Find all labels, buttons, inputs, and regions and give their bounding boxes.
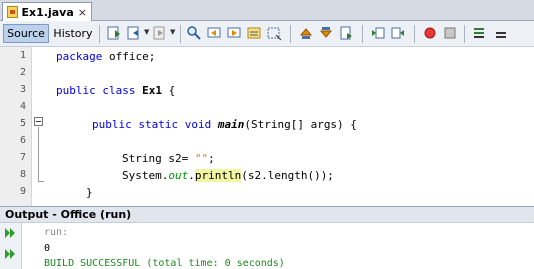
code-text: ; xyxy=(208,152,215,165)
method-name: main xyxy=(217,118,245,131)
line-number: 4 xyxy=(19,101,26,112)
start-macro-recording-icon[interactable] xyxy=(422,25,438,41)
stop-macro-recording-icon[interactable] xyxy=(442,25,458,41)
fold-collapse-icon[interactable] xyxy=(34,117,43,126)
java-file-icon xyxy=(7,6,18,18)
editor-tab-bar: Ex1.java × xyxy=(0,0,534,21)
line-number: 1 xyxy=(19,50,26,61)
output-panel-title: Output - Office (run) xyxy=(5,208,132,221)
toolbar-separator xyxy=(99,25,100,43)
code-line-1: package office; xyxy=(56,50,155,63)
line-number: 2 xyxy=(19,67,26,78)
shift-right-icon[interactable] xyxy=(390,25,406,41)
previous-bookmark-icon[interactable] xyxy=(298,25,314,41)
code-line-7: String s2= ""; xyxy=(122,152,215,165)
find-next-icon[interactable] xyxy=(226,25,242,41)
toggle-rectangular-selection-icon[interactable] xyxy=(266,25,282,41)
code-text: String s2= xyxy=(122,152,195,165)
source-view-button[interactable]: Source xyxy=(3,24,49,43)
editor-toolbar: Source History ▼ ▼ xyxy=(0,21,534,47)
build-status-line: BUILD SUCCESSFUL (total time: 0 seconds) xyxy=(44,258,285,269)
keyword: package xyxy=(56,50,103,63)
next-bookmark-icon[interactable] xyxy=(318,25,334,41)
closing-brace: } xyxy=(86,186,93,199)
code-text: (s2.length()); xyxy=(241,169,334,182)
code-line-3: public class Ex1 { xyxy=(56,84,175,97)
keyword: class xyxy=(95,84,136,97)
keyword: public static void xyxy=(92,118,212,131)
toolbar-separator xyxy=(414,25,415,43)
toolbar-separator xyxy=(290,25,291,43)
toolbar-separator xyxy=(180,25,181,43)
find-icon[interactable] xyxy=(186,25,202,41)
code-text: office; xyxy=(102,50,156,63)
line-number-gutter: 1 2 3 4 5 6 7 8 9 xyxy=(0,47,32,206)
back-dropdown-icon[interactable]: ▼ xyxy=(144,28,149,36)
output-line: run: xyxy=(44,227,69,238)
code-line-9: } xyxy=(86,186,93,199)
code-text: (String[] args) { xyxy=(244,118,357,131)
line-number: 5 xyxy=(19,118,26,129)
keyword: public xyxy=(56,84,96,97)
last-edit-icon[interactable] xyxy=(106,25,122,41)
static-field: out xyxy=(168,169,189,182)
line-number: 3 xyxy=(19,84,26,95)
shift-left-icon[interactable] xyxy=(370,25,386,41)
output-side-toolbar xyxy=(0,223,22,269)
rerun-icon[interactable] xyxy=(4,226,18,240)
uncomment-icon[interactable] xyxy=(492,25,508,41)
back-icon[interactable] xyxy=(126,25,142,41)
line-number: 6 xyxy=(19,135,26,146)
file-tab-title: Ex1.java xyxy=(21,5,74,19)
code-line-8: System.out.println(s2.length()); xyxy=(122,169,334,182)
output-line: 0 xyxy=(44,243,51,254)
close-tab-icon[interactable]: × xyxy=(78,6,87,19)
code-text: { xyxy=(162,84,176,97)
rerun-with-options-icon[interactable] xyxy=(4,247,18,261)
highlighted-method-call: println xyxy=(194,169,242,182)
file-tab-ex1[interactable]: Ex1.java × xyxy=(2,2,92,21)
history-view-button[interactable]: History xyxy=(52,24,94,43)
forward-icon[interactable] xyxy=(152,25,168,41)
fold-guide-line xyxy=(38,127,39,182)
class-name: Ex1 xyxy=(135,84,162,97)
string-literal: "" xyxy=(194,152,209,165)
toggle-highlight-icon[interactable] xyxy=(246,25,262,41)
code-text: System. xyxy=(122,169,169,182)
forward-dropdown-icon[interactable]: ▼ xyxy=(170,28,175,36)
code-text: . xyxy=(188,169,195,182)
line-number: 9 xyxy=(19,186,26,197)
output-panel-header[interactable]: Output - Office (run) xyxy=(0,206,534,223)
toolbar-separator xyxy=(362,25,363,43)
find-previous-icon[interactable] xyxy=(206,25,222,41)
line-number: 7 xyxy=(19,152,26,163)
toggle-bookmark-icon[interactable] xyxy=(338,25,354,41)
code-line-5: public static void main(String[] args) { xyxy=(92,118,357,131)
code-editor[interactable]: package office; public class Ex1 { publi… xyxy=(44,47,534,206)
line-number: 8 xyxy=(19,169,26,180)
toolbar-separator xyxy=(464,25,465,43)
comment-icon[interactable] xyxy=(472,25,488,41)
